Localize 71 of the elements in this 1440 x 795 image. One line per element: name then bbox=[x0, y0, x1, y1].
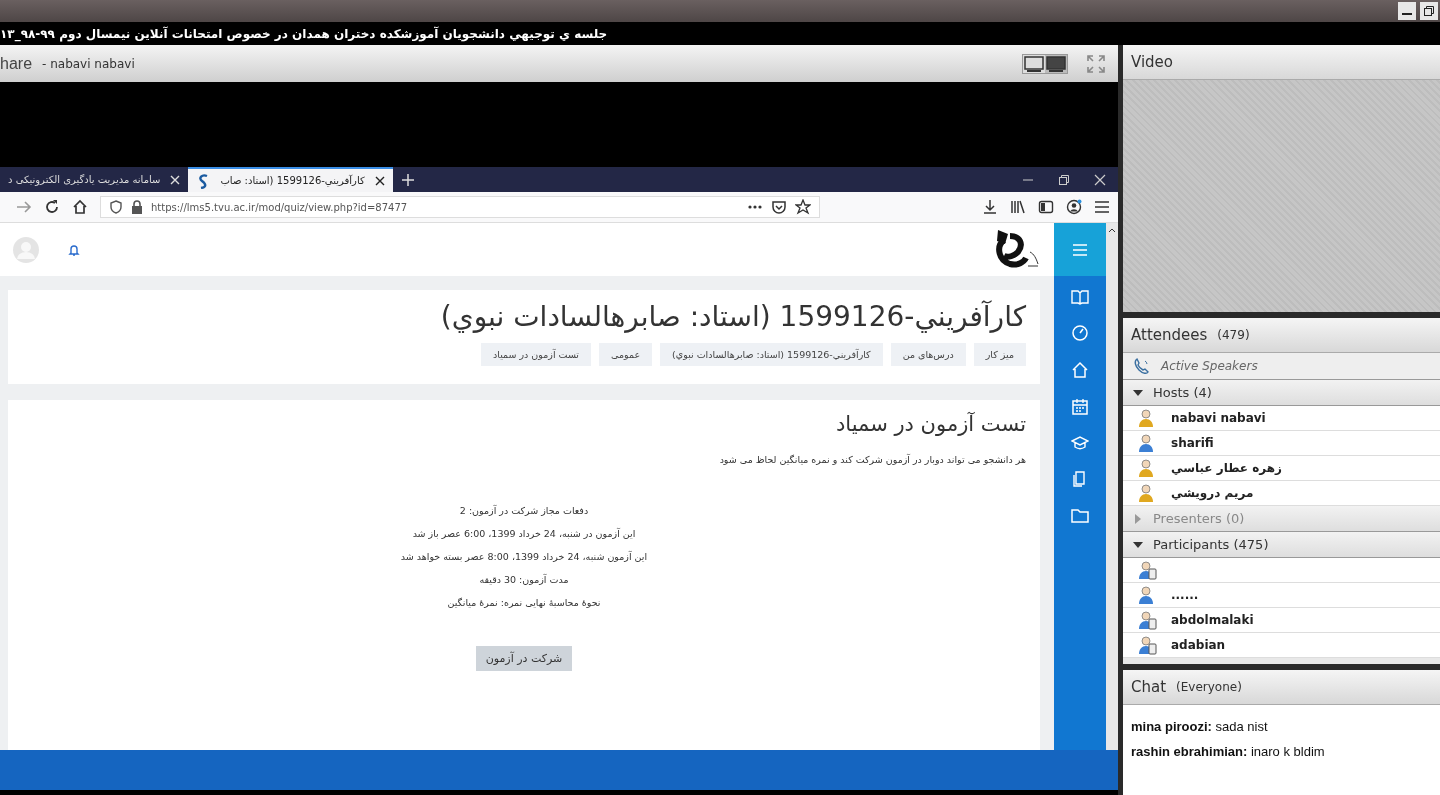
new-tab-icon[interactable] bbox=[400, 172, 415, 187]
presenter-name: - nabavi nabavi bbox=[42, 56, 135, 71]
book-icon[interactable] bbox=[1071, 289, 1089, 305]
restore-icon[interactable] bbox=[1420, 2, 1438, 20]
library-icon[interactable] bbox=[1010, 199, 1026, 215]
quiz-info-text: این آزمون در شنبه، 24 خرداد 1399، 6:00 عصر باز شد bbox=[412, 528, 636, 539]
url-text: https://lms5.tvu.ac.ir/mod/quiz/view.php?id=87477 bbox=[151, 201, 408, 213]
browser-tab[interactable]: سامانه مدیریت یادگیری الکترونیکی د bbox=[0, 167, 189, 192]
graduation-cap-icon[interactable] bbox=[1071, 435, 1089, 451]
lock-icon bbox=[131, 200, 143, 214]
home-icon[interactable] bbox=[72, 199, 88, 215]
pod-title: Attendees bbox=[1131, 326, 1208, 344]
breadcrumb-link[interactable]: میز کار bbox=[973, 343, 1026, 366]
attempt-quiz-button[interactable]: شرکت در آزمون bbox=[475, 646, 573, 671]
download-icon[interactable] bbox=[982, 199, 998, 215]
attendee-name: زهره عطار عباسي bbox=[1171, 461, 1282, 475]
disclosure-icon bbox=[1133, 387, 1143, 398]
address-bar[interactable]: https://lms5.tvu.ac.ir/mod/quiz/view.php?id=87477 bbox=[100, 196, 820, 218]
attendee-name: مريم درويشي bbox=[1171, 486, 1254, 500]
breadcrumb-link[interactable]: تست آزمون در سمیاد bbox=[481, 343, 591, 366]
quiz-description: هر دانشجو می تواند دوبار در آزمون شرکت کند و نمره میانگین لحاظ می شود bbox=[718, 454, 1026, 465]
more-icon[interactable] bbox=[747, 204, 763, 210]
attendee-count: (479) bbox=[1217, 328, 1250, 342]
chat-message: mina piroozi: sada nist bbox=[1131, 719, 1269, 734]
pod-title: hare bbox=[0, 54, 33, 73]
folder-icon[interactable] bbox=[1071, 507, 1089, 523]
star-icon[interactable] bbox=[795, 199, 811, 215]
scrollbar[interactable] bbox=[1106, 223, 1118, 750]
chat-message: rashin ebrahimian: inaro k bldim bbox=[1131, 744, 1326, 759]
sidebar-icon[interactable] bbox=[1038, 199, 1054, 215]
account-icon[interactable] bbox=[1066, 199, 1082, 215]
scroll-up-icon[interactable] bbox=[1108, 227, 1116, 233]
pod-title: Chat bbox=[1131, 678, 1167, 696]
phone-icon bbox=[1133, 357, 1151, 375]
calendar-icon[interactable] bbox=[1071, 398, 1089, 416]
attendee-name: adabian bbox=[1171, 638, 1226, 652]
minimize-icon[interactable] bbox=[1398, 2, 1416, 20]
reload-icon[interactable] bbox=[44, 199, 60, 215]
browser-tab[interactable]: کارآفريني-1599126 (استاد: صاب bbox=[188, 167, 393, 192]
chat-audience: (Everyone) bbox=[1176, 680, 1242, 694]
fullscreen-icon[interactable] bbox=[1086, 53, 1106, 74]
gauge-icon[interactable] bbox=[1071, 324, 1089, 342]
group-header[interactable]: Hosts (4) bbox=[1123, 380, 1440, 406]
attendee-name: ...... bbox=[1171, 588, 1199, 602]
menu-icon[interactable] bbox=[1094, 200, 1110, 214]
attendee-name: sharifi bbox=[1171, 436, 1214, 450]
quiz-title: تست آزمون در سمیاد bbox=[834, 412, 1026, 436]
active-speakers-label: Active Speakers bbox=[1161, 359, 1258, 373]
attendee-name: abdolmalaki bbox=[1171, 613, 1254, 627]
disclosure-icon bbox=[1133, 513, 1143, 524]
pocket-icon[interactable] bbox=[771, 199, 787, 215]
monitor-icon[interactable] bbox=[1045, 54, 1067, 73]
breadcrumb-link[interactable]: درس‌های من bbox=[890, 343, 966, 366]
breadcrumb-link[interactable]: کارآفريني-1599126 (استاد: صابرهالسادات نبوي) bbox=[660, 343, 883, 366]
quiz-info-text: مدت آزمون: 30 دقیقه bbox=[479, 574, 569, 585]
bell-icon[interactable] bbox=[68, 242, 80, 257]
shield-icon bbox=[109, 200, 123, 214]
monitor-icon[interactable] bbox=[1023, 54, 1045, 73]
attendee-name: nabavi nabavi bbox=[1171, 411, 1266, 425]
quiz-info-text: نحوهٔ محاسبهٔ نهایی نمره: نمرهٔ میانگین bbox=[447, 597, 601, 608]
close-icon[interactable] bbox=[374, 175, 385, 186]
restore-icon[interactable] bbox=[1058, 173, 1070, 186]
forward-icon[interactable] bbox=[16, 200, 32, 214]
quiz-info-text: دفعات مجاز شرکت در آزمون: 2 bbox=[459, 505, 589, 516]
quiz-info-text: این آزمون شنبه، 24 خرداد 1399، 8:00 عصر بسته خواهد شد bbox=[400, 551, 648, 562]
pod-title: Video bbox=[1131, 53, 1174, 71]
group-header[interactable]: Participants (475) bbox=[1123, 532, 1440, 558]
meeting-title: جلسه ي توجيهي دانشجويان آموزشکده دختران همدان در خصوص امتحانات آنلاين نيمسال دوم ۹۹-۹۸_۱۳ bbox=[0, 26, 608, 41]
course-title: کارآفريني-1599126 (استاد: صابرهالسادات نبوي) bbox=[439, 300, 1026, 333]
disclosure-icon bbox=[1133, 539, 1143, 550]
breadcrumb-link[interactable]: عمومی bbox=[599, 343, 653, 366]
